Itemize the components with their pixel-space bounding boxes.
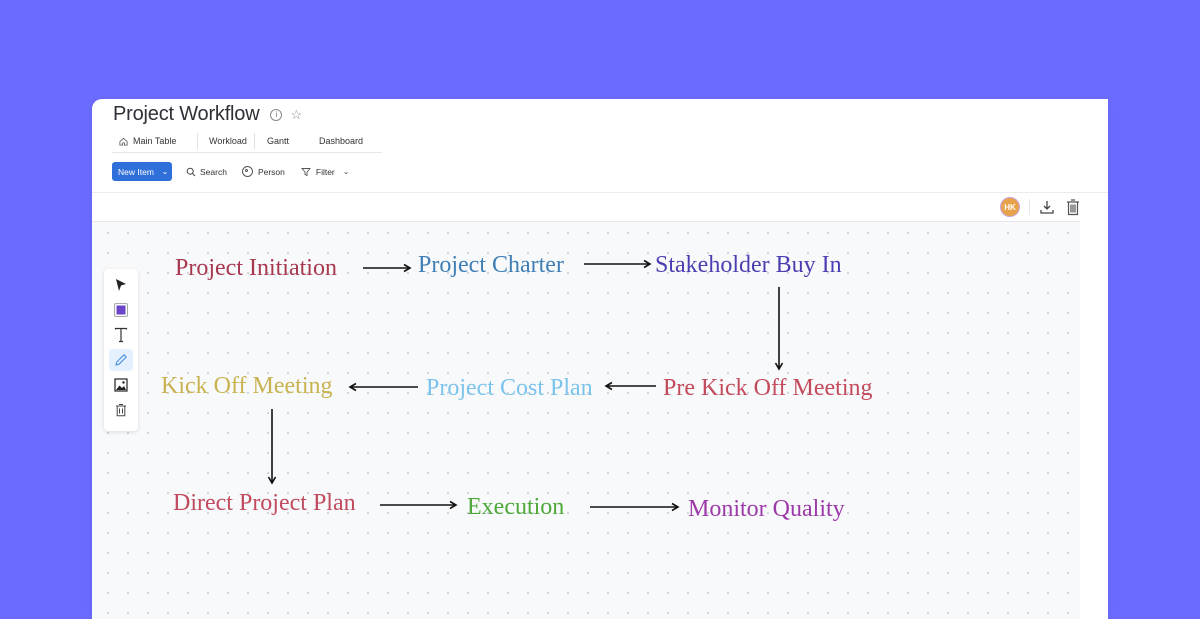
workflow-node-buyin[interactable]: Stakeholder Buy In <box>655 253 842 277</box>
board-toolbar: New Item ⌄ Search Person Filter ⌄ <box>112 162 349 181</box>
tab-workload[interactable]: Workload <box>197 133 254 149</box>
person-icon <box>241 166 253 177</box>
drawing-toolbar <box>104 269 138 431</box>
image-icon <box>114 378 128 392</box>
tab-label: Gantt <box>267 136 290 146</box>
divider <box>1029 199 1030 215</box>
cursor-arrow-icon <box>116 279 126 291</box>
filter-label: Filter <box>315 166 335 177</box>
tab-label: Main Table <box>133 136 177 146</box>
home-icon <box>119 137 128 146</box>
chevron-down-icon[interactable]: ⌄ <box>343 167 350 176</box>
star-icon[interactable]: ☆ <box>290 107 302 123</box>
text-tool[interactable] <box>109 324 133 346</box>
new-item-button[interactable]: New Item ⌄ <box>112 162 172 181</box>
board-window: Project Workflow i ☆ Main Table Workload… <box>92 99 1108 619</box>
download-icon[interactable] <box>1039 199 1055 215</box>
tab-dashboard[interactable]: Dashboard <box>307 133 363 149</box>
workflow-node-costplan[interactable]: Project Cost Plan <box>426 376 593 400</box>
workflow-node-charter[interactable]: Project Charter <box>418 253 564 277</box>
trash-icon <box>116 404 126 417</box>
tab-label: Workload <box>209 136 247 146</box>
board-header: Project Workflow i ☆ <box>113 103 302 126</box>
workflow-node-initiation[interactable]: Project Initiation <box>175 256 337 280</box>
right-margin <box>1080 193 1108 619</box>
board-title[interactable]: Project Workflow <box>113 103 260 126</box>
delete-tool[interactable] <box>109 399 133 421</box>
whiteboard-canvas[interactable] <box>92 222 1080 619</box>
new-item-label: New Item <box>118 166 154 177</box>
filter-icon <box>300 167 311 176</box>
info-icon[interactable]: i <box>270 108 283 121</box>
text-icon <box>114 327 128 343</box>
workflow-node-execution[interactable]: Execution <box>467 495 564 519</box>
color-tool[interactable] <box>109 299 133 321</box>
search-icon <box>186 167 196 176</box>
image-tool[interactable] <box>109 374 133 396</box>
workflow-node-kickoff[interactable]: Kick Off Meeting <box>161 374 333 398</box>
avatar[interactable]: HK <box>1000 197 1020 217</box>
workflow-node-prekickoff[interactable]: Pre Kick Off Meeting <box>663 376 873 400</box>
tab-main-table[interactable]: Main Table <box>119 133 197 149</box>
pencil-icon <box>115 354 127 366</box>
whiteboard-topbar <box>92 193 1080 222</box>
search-button[interactable]: Search <box>186 167 227 177</box>
person-button[interactable]: Person <box>241 166 285 177</box>
chevron-down-icon[interactable]: ⌄ <box>158 167 172 176</box>
tab-label: Dashboard <box>319 136 364 146</box>
filter-button[interactable]: Filter ⌄ <box>300 166 350 177</box>
workflow-node-directplan[interactable]: Direct Project Plan <box>173 491 356 515</box>
workflow-node-monitor[interactable]: Monitor Quality <box>688 497 845 521</box>
pen-tool[interactable] <box>109 349 133 371</box>
trash-icon[interactable] <box>1066 198 1080 216</box>
search-label: Search <box>200 166 227 177</box>
select-tool[interactable] <box>109 274 133 296</box>
view-tabs: Main Table Workload Gantt Dashboard <box>112 130 382 153</box>
color-swatch-icon <box>114 303 128 317</box>
person-label: Person <box>257 166 285 177</box>
tab-gantt[interactable]: Gantt <box>254 133 307 149</box>
